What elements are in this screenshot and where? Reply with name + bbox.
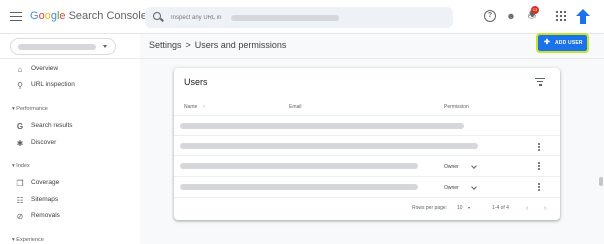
sidebar-item-url-inspection[interactable]: ⚲ URL inspection [0, 78, 140, 94]
person-add-icon: ✚ [544, 39, 550, 46]
sidebar-divider [0, 58, 140, 59]
sidebar-item-discover[interactable]: ✱ Discover [0, 136, 140, 152]
property-selector[interactable] [10, 38, 116, 55]
sidebar-section-performance[interactable]: ▾ Performance [12, 106, 48, 112]
permission-select[interactable]: Owner [444, 185, 459, 191]
chevron-down-icon [103, 45, 107, 48]
column-header-permission: Permission [444, 104, 469, 110]
page-title: Users and permissions [194, 40, 287, 50]
product-logo[interactable]: Google Search Console [30, 10, 147, 22]
hamburger-menu-icon[interactable] [10, 9, 22, 23]
redacted-property-url [231, 15, 339, 21]
redacted-user-row [180, 163, 418, 169]
url-inspection-search[interactable] [145, 7, 453, 28]
table-header-divider [174, 115, 560, 116]
search-icon [153, 12, 161, 20]
chevron-down-icon [471, 163, 477, 169]
permission-select[interactable]: Owner [444, 164, 459, 170]
sidebar-section-experience[interactable]: ▾ Experience [12, 237, 44, 243]
more-options-icon[interactable] [538, 143, 541, 152]
row-divider [174, 197, 560, 198]
breadcrumb-settings[interactable]: Settings [149, 40, 182, 50]
sitemap-icon: ☷ [16, 196, 24, 205]
home-icon: ⌂ [17, 65, 23, 74]
account-arrow-icon[interactable] [575, 8, 591, 25]
scrollbar-thumb[interactable] [599, 177, 603, 186]
search-icon: ⚲ [17, 81, 23, 90]
sidebar-section-index[interactable]: ▾ Index [12, 163, 30, 169]
removals-icon: ⊘ [16, 212, 24, 221]
pagination-range: 1-4 of 4 [492, 205, 509, 211]
next-page-icon[interactable]: › [544, 205, 546, 212]
breadcrumb-separator: > [185, 40, 191, 50]
row-divider [174, 176, 560, 177]
more-options-icon[interactable] [538, 162, 541, 171]
sidebar-item-overview[interactable]: ⌂ Overview [0, 62, 140, 78]
sort-arrow-icon: ↑ [202, 104, 206, 110]
google-g-icon: G [16, 122, 24, 131]
filter-icon[interactable] [535, 78, 545, 86]
add-user-button[interactable]: ✚ ADD USER [536, 33, 589, 53]
sidebar-item-sitemaps[interactable]: ☷ Sitemaps [0, 193, 140, 209]
column-header-name[interactable]: Name ↑ [184, 104, 205, 110]
breadcrumb: Settings > Users and permissions [149, 40, 286, 50]
sidebar: ⌂ Overview ⚲ URL inspection ▾ Performanc… [0, 34, 140, 244]
redacted-user-row [180, 184, 418, 190]
previous-page-icon[interactable]: ‹ [526, 205, 528, 212]
asterisk-icon: ✱ [16, 139, 24, 148]
notification-badge: 13 [531, 6, 539, 14]
sidebar-item-coverage[interactable]: ❐ Coverage [0, 176, 140, 192]
chevron-down-icon [471, 184, 477, 190]
header-divider [140, 58, 604, 59]
sidebar-item-removals[interactable]: ⊘ Removals [0, 209, 140, 225]
column-header-email: Email [289, 104, 302, 110]
row-divider [174, 155, 560, 156]
users-icon[interactable]: ☻ [505, 10, 517, 22]
top-app-bar: Google Search Console ? ☻ 🕭 13 [0, 0, 604, 34]
pages-icon: ❐ [16, 179, 24, 188]
more-options-icon[interactable] [538, 183, 541, 192]
rows-per-page-label: Rows per page: [412, 205, 448, 211]
users-card: Users Name ↑ Email Permission Owner Owne… [174, 68, 560, 220]
redacted-user-row [180, 143, 478, 149]
apps-grid-icon[interactable] [556, 11, 566, 21]
rows-per-page-select[interactable]: 10 [457, 205, 463, 211]
card-title: Users [184, 77, 208, 87]
redacted-user-row [180, 123, 464, 129]
row-divider [174, 135, 560, 136]
chevron-down-icon[interactable]: ▾ [468, 205, 470, 210]
help-icon[interactable]: ? [484, 10, 496, 22]
sidebar-item-search-results[interactable]: G Search results [0, 119, 140, 135]
redacted-property-name [18, 44, 96, 50]
